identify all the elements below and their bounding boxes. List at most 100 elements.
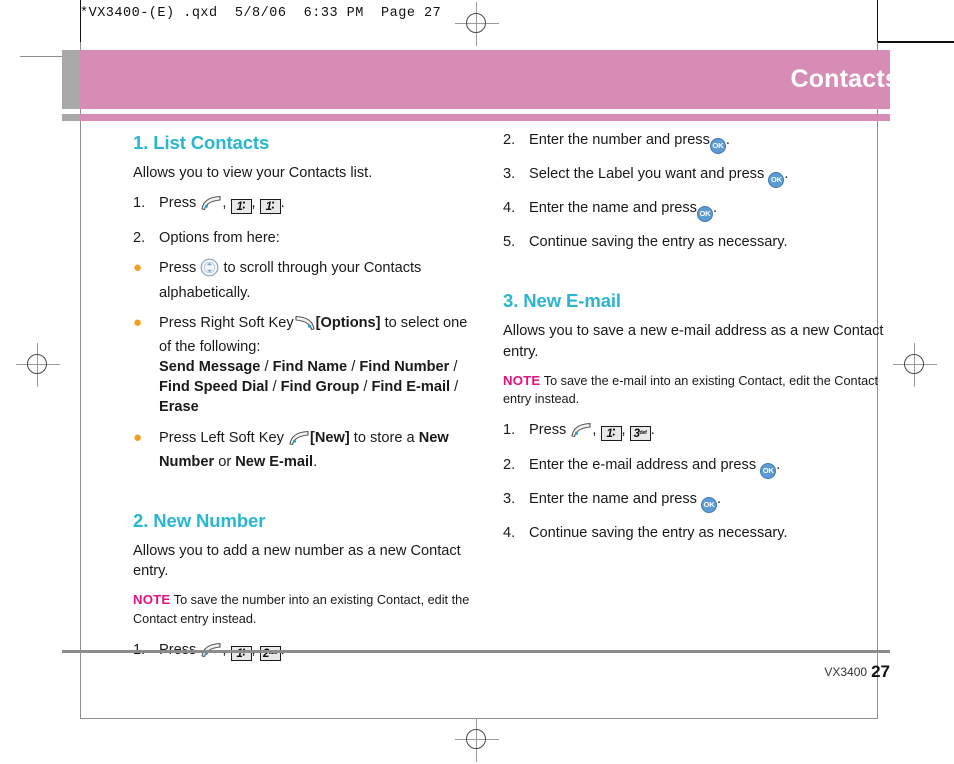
list-contacts-step-1: 1. Press , 1● ♦ , 1● ♦ . — [133, 193, 473, 217]
step-period: . — [717, 490, 722, 507]
new-email-step-4: 4. Continue saving the entry as necessar… — [503, 523, 893, 543]
step-marker: 1. — [133, 195, 146, 212]
bullet-marker-icon: ● — [133, 258, 143, 276]
step-content: Press , 1● ♦ , 3def . — [529, 420, 893, 444]
keypad-key-3-icon: 3def — [629, 426, 651, 442]
key-sublabel: def — [639, 430, 647, 437]
keypad-key-1-icon: 1●♦ — [230, 199, 252, 215]
list-contacts-bullet-new: ● Press Left Soft Key [New] to store a N… — [133, 428, 473, 472]
step-marker: 2. — [133, 229, 146, 246]
step-content: Options from here: — [159, 229, 280, 246]
step-content: Enter the name and press OK. — [529, 489, 893, 513]
step-marker: 2. — [503, 456, 516, 473]
menu-separator: / — [268, 379, 281, 396]
step-marker: 1. — [503, 422, 516, 439]
menu-separator: / — [347, 359, 360, 376]
key-sublabel: ●♦ — [242, 200, 246, 212]
underbar-gray-tab — [62, 114, 79, 121]
step-content: Enter the number and press OK. — [529, 130, 893, 154]
new-number-step-4: 4. Enter the name and press OK. — [503, 198, 893, 222]
bullet-bracket-label: [Options] — [315, 314, 381, 331]
right-soft-key-icon — [294, 315, 316, 337]
menu-separator: / — [450, 379, 459, 396]
note-text: To save the number into an existing Cont… — [133, 593, 470, 627]
footer-model-label: VX3400 — [824, 665, 868, 679]
keypad-key-2-icon: 2abc — [259, 646, 281, 662]
new-email-step-1: 1. Press , 1● ♦ , 3def . — [503, 420, 893, 444]
bullet-content: Press to scroll through your Contacts al… — [159, 258, 473, 303]
chapter-band-pink-fill — [79, 50, 890, 109]
registration-mark-right — [893, 343, 937, 387]
step-marker: 3. — [503, 490, 516, 507]
step-period: . — [650, 422, 655, 439]
step-text: Enter the e-mail address and press — [529, 456, 757, 473]
bullet-period: . — [313, 453, 318, 470]
registration-mark-top — [455, 2, 499, 46]
step-text: Select the Label you want and press — [529, 166, 765, 182]
step-period: . — [712, 200, 717, 216]
note-text: To save the e-mail into an existing Cont… — [503, 373, 879, 407]
crop-mark-top-right — [877, 0, 878, 42]
bullet-text: to scroll through your Contacts alphabet… — [159, 259, 422, 301]
menu-item-find-group: Find Group — [280, 379, 360, 396]
left-column: 1. List Contacts Allows you to view your… — [133, 130, 473, 674]
step-comma: , — [251, 195, 256, 212]
list-contacts-bullet-scroll: ● Press to scroll through your Contacts … — [133, 258, 473, 303]
underbar-pink-fill — [79, 114, 890, 121]
step-period: . — [784, 166, 789, 182]
left-soft-key-icon — [200, 642, 222, 664]
new-number-step-2: 2. Enter the number and press OK. — [503, 130, 893, 154]
new-number-intro: Allows you to add a new number as a new … — [133, 543, 461, 580]
step-comma: , — [621, 422, 626, 439]
note-label: NOTE — [133, 592, 171, 608]
bullet-content: Press Left Soft Key [New] to store a New… — [159, 428, 473, 472]
step-text: Enter the name and press — [529, 490, 697, 507]
menu-item-find-speed-dial: Find Speed Dial — [159, 379, 269, 396]
step-comma: , — [592, 422, 597, 439]
ok-key-icon: OK — [696, 206, 713, 222]
crop-mark-left-vertical — [80, 42, 81, 718]
list-contacts-step-2: 2. Options from here: — [133, 228, 473, 248]
new-email-intro: Allows you to save a new e-mail address … — [503, 323, 884, 360]
right-column: 2. Enter the number and press OK. 3. Sele… — [503, 130, 893, 553]
menu-item-send-message: Send Message — [159, 359, 261, 376]
left-soft-key-icon — [288, 430, 310, 452]
left-soft-key-icon — [200, 195, 222, 217]
step-period: . — [280, 195, 285, 212]
step-press-label: Press — [159, 195, 197, 212]
bullet-marker-icon: ● — [133, 428, 143, 446]
chapter-title: Contacts — [790, 65, 899, 93]
keypad-key-1-icon: 1●♦ — [600, 426, 622, 442]
bullet-marker-icon: ● — [133, 313, 143, 331]
section-heading-list-contacts: 1. List Contacts — [133, 132, 270, 153]
list-contacts-intro: Allows you to view your Contacts list. — [133, 165, 373, 182]
chapter-header-band — [62, 50, 890, 109]
new-email-note: NOTE To save the e-mail into an existing… — [503, 372, 893, 409]
step-content: Continue saving the entry as necessary. — [529, 234, 788, 250]
footer: VX3400 27 — [824, 662, 890, 682]
section-heading-new-email: 3. New E-mail — [503, 290, 621, 312]
list-contacts-bullet-options: ● Press Right Soft Key [Options] to sele… — [133, 313, 473, 418]
step-content: Press , 1● ♦ , 1● ♦ . — [159, 193, 473, 217]
new-number-step-3: 3. Select the Label you want and press O… — [503, 164, 893, 188]
crop-mark-top-rule — [877, 41, 954, 43]
bullet-press-label: Press — [159, 259, 197, 276]
step-content: Enter the e-mail address and press OK. — [529, 455, 893, 479]
keypad-key-1-icon: 1●♦ — [230, 646, 252, 662]
step-comma: , — [222, 195, 227, 212]
menu-separator: / — [260, 359, 273, 376]
step-text: Enter the number and press — [529, 132, 710, 148]
ok-key-icon: OK — [760, 462, 777, 479]
step-period: . — [776, 456, 781, 473]
new-email-step-3: 3. Enter the name and press OK. — [503, 489, 893, 513]
new-number-note: NOTE To save the number into an existing… — [133, 591, 473, 628]
bullet-bracket-label: [New] — [309, 429, 350, 446]
footer-divider — [62, 650, 890, 653]
registration-mark-left — [16, 343, 60, 387]
menu-separator: / — [449, 359, 458, 376]
menu-separator: / — [359, 379, 372, 396]
step-content: Enter the name and press OK. — [529, 198, 893, 222]
section-heading-new-number: 2. New Number — [133, 509, 266, 531]
